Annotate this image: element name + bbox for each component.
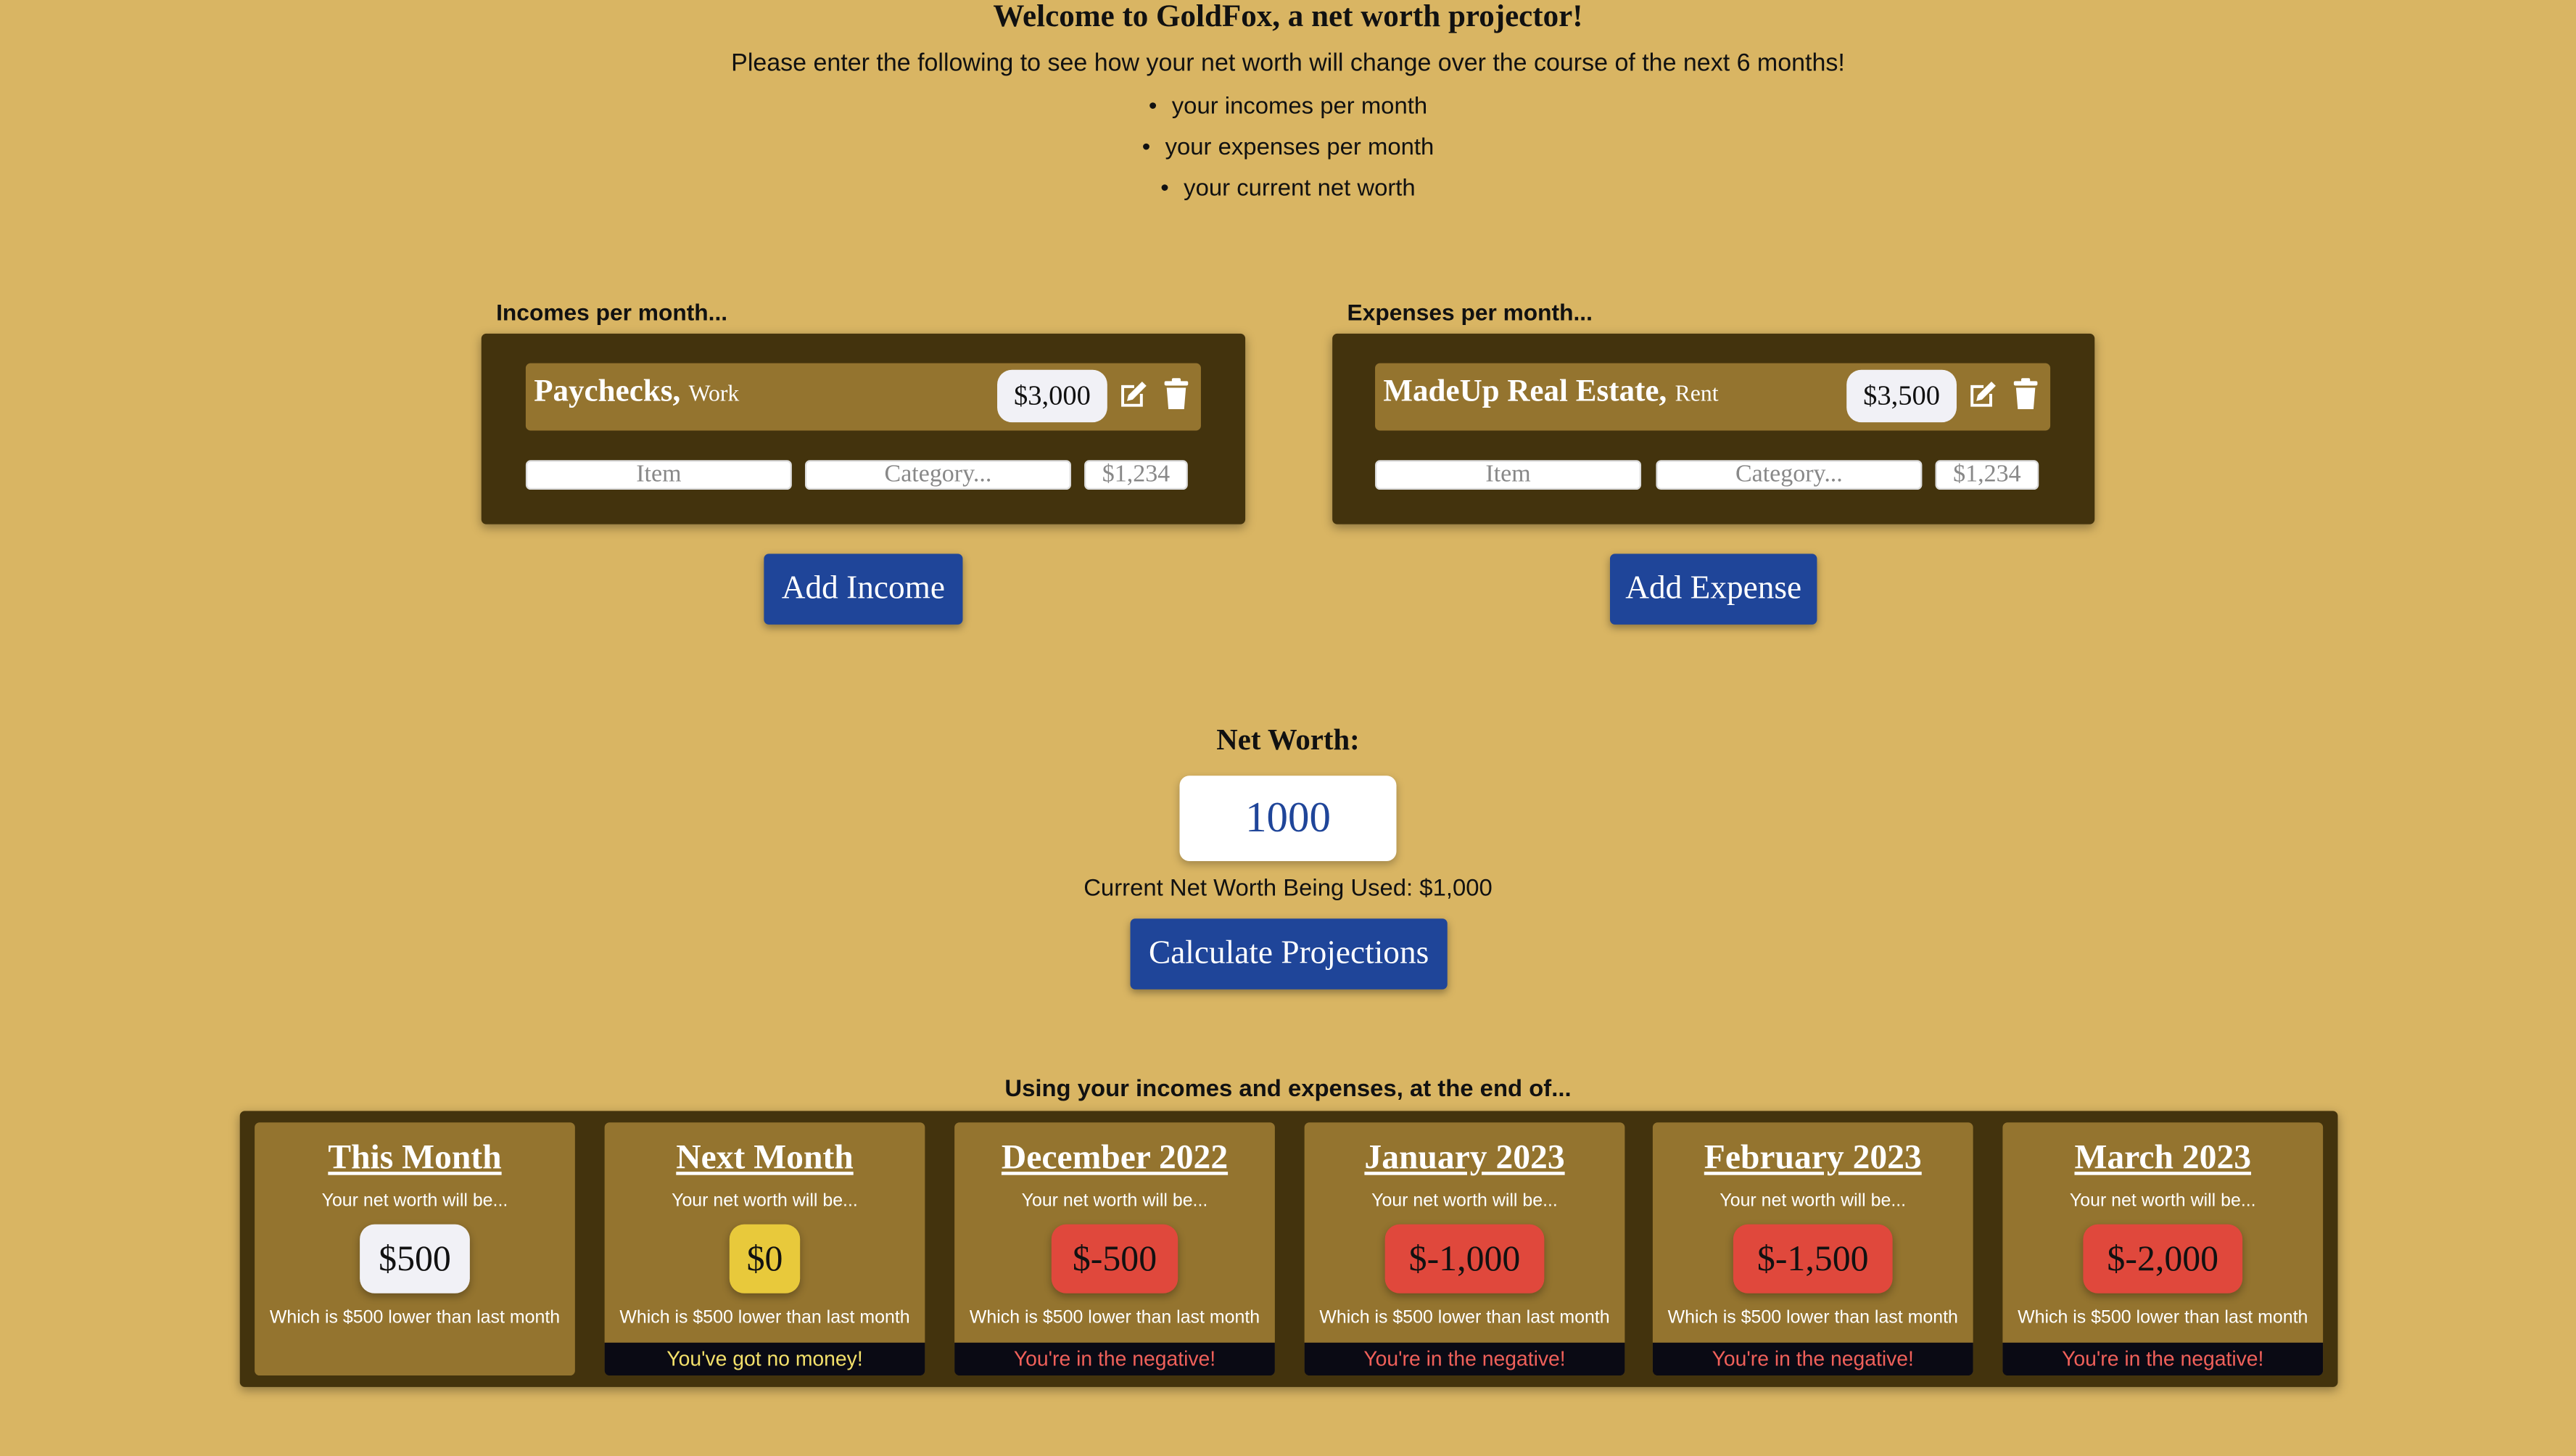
projections-label: Using your incomes and expenses, at the … [1004,1076,1572,1103]
requirement-item: your current net worth [0,169,2576,210]
incomes-label: Incomes per month... [496,299,728,326]
projection-card-subtitle: Your net worth will be... [1371,1191,1558,1212]
projection-card-title: December 2022 [1001,1137,1229,1177]
income-entry-title: Paychecks [534,374,673,410]
projection-card-status: You've got no money! [604,1342,925,1376]
projections-panel: This Month Your net worth will be... $50… [239,1111,2338,1387]
edit-icon[interactable] [1963,377,1999,413]
projection-card-subtitle: Your net worth will be... [1021,1191,1208,1212]
projection-card-status: You're in the negative! [2002,1342,2324,1376]
projection-card: January 2023 Your net worth will be... $… [1304,1122,1625,1376]
projection-card-note: Which is $500 lower than last month [2018,1308,2308,1328]
expense-entry: MadeUp Real Estate, Rent $3,500 [1375,363,2051,431]
projection-card: February 2023 Your net worth will be... … [1652,1122,1973,1376]
projection-card-value: $-500 [1051,1224,1178,1293]
income-entry-category: Work [688,382,740,408]
net-worth-input[interactable] [1179,776,1397,862]
projection-card-title: January 2023 [1364,1137,1565,1177]
projection-card-note: Which is $500 lower than last month [269,1308,561,1328]
projection-card-value: $0 [729,1224,801,1293]
expense-amount-input[interactable] [1935,460,2039,490]
add-expense-button[interactable]: Add Expense [1609,554,1817,625]
expense-entry-amount: $3,500 [1846,369,1957,423]
income-entry-amount: $3,000 [997,369,1107,423]
trash-icon[interactable] [1158,377,1194,413]
calculate-projections-button[interactable]: Calculate Projections [1130,918,1448,990]
projection-card-value: $-2,000 [2083,1224,2243,1293]
expenses-label: Expenses per month... [1347,299,1593,326]
projection-card-title: This Month [328,1137,502,1177]
projection-card-title: March 2023 [2074,1137,2252,1177]
projection-card-status: You're in the negative! [1652,1342,1973,1376]
entry-separator: , [672,374,681,410]
projection-card: This Month Your net worth will be... $50… [255,1122,575,1376]
income-category-input[interactable] [804,460,1071,490]
expense-entry-title: MadeUp Real Estate [1383,374,1659,410]
income-entry: Paychecks, Work $3,000 [525,363,1201,431]
projection-card-value: $-1,000 [1384,1224,1545,1293]
requirement-item: your incomes per month [0,87,2576,128]
entry-separator: , [1659,374,1667,410]
edit-icon[interactable] [1114,377,1150,413]
page-subtitle: Please enter the following to see how yo… [731,49,1845,78]
projection-card-status: You're in the negative! [954,1342,1275,1376]
projection-card-subtitle: Your net worth will be... [321,1191,508,1212]
trash-icon[interactable] [2007,377,2044,413]
projection-card-note: Which is $500 lower than last month [969,1308,1260,1328]
projection-card-status: You're in the negative! [1304,1342,1625,1376]
projection-card-note: Which is $500 lower than last month [1667,1308,1958,1328]
projection-card: Next Month Your net worth will be... $0 … [604,1122,925,1376]
projection-card-value: $500 [360,1224,470,1293]
income-item-input[interactable] [525,460,792,490]
net-worth-label: Net Worth: [1216,723,1360,757]
projection-card-title: Next Month [676,1137,854,1177]
expense-category-input[interactable] [1656,460,1923,490]
expense-entry-category: Rent [1675,382,1719,408]
add-income-button[interactable]: Add Income [764,554,963,625]
projection-card-value: $-1,500 [1733,1224,1893,1293]
projection-card: December 2022 Your net worth will be... … [954,1122,1275,1376]
expense-entry-name: MadeUp Real Estate, Rent [1383,374,1718,411]
projection-card-subtitle: Your net worth will be... [2069,1191,2256,1212]
projection-card-title: February 2023 [1704,1137,1922,1177]
incomes-panel: Paychecks, Work $3,000 [481,333,1246,525]
income-amount-input[interactable] [1084,460,1188,490]
requirement-item: your expenses per month [0,128,2576,170]
current-net-worth-text: Current Net Worth Being Used: $1,000 [1083,876,1493,902]
projection-card: March 2023 Your net worth will be... $-2… [2002,1122,2324,1376]
requirements-list: your incomes per month your expenses per… [0,87,2576,210]
projection-card-subtitle: Your net worth will be... [672,1191,858,1212]
income-entry-name: Paychecks, Work [534,374,739,411]
expenses-panel: MadeUp Real Estate, Rent $3,500 [1332,333,2095,525]
expense-item-input[interactable] [1375,460,1642,490]
projection-card-subtitle: Your net worth will be... [1720,1191,1907,1212]
projection-card-note: Which is $500 lower than last month [619,1308,910,1328]
projection-card-note: Which is $500 lower than last month [1319,1308,1610,1328]
page-title: Welcome to GoldFox, a net worth projecto… [993,0,1583,35]
